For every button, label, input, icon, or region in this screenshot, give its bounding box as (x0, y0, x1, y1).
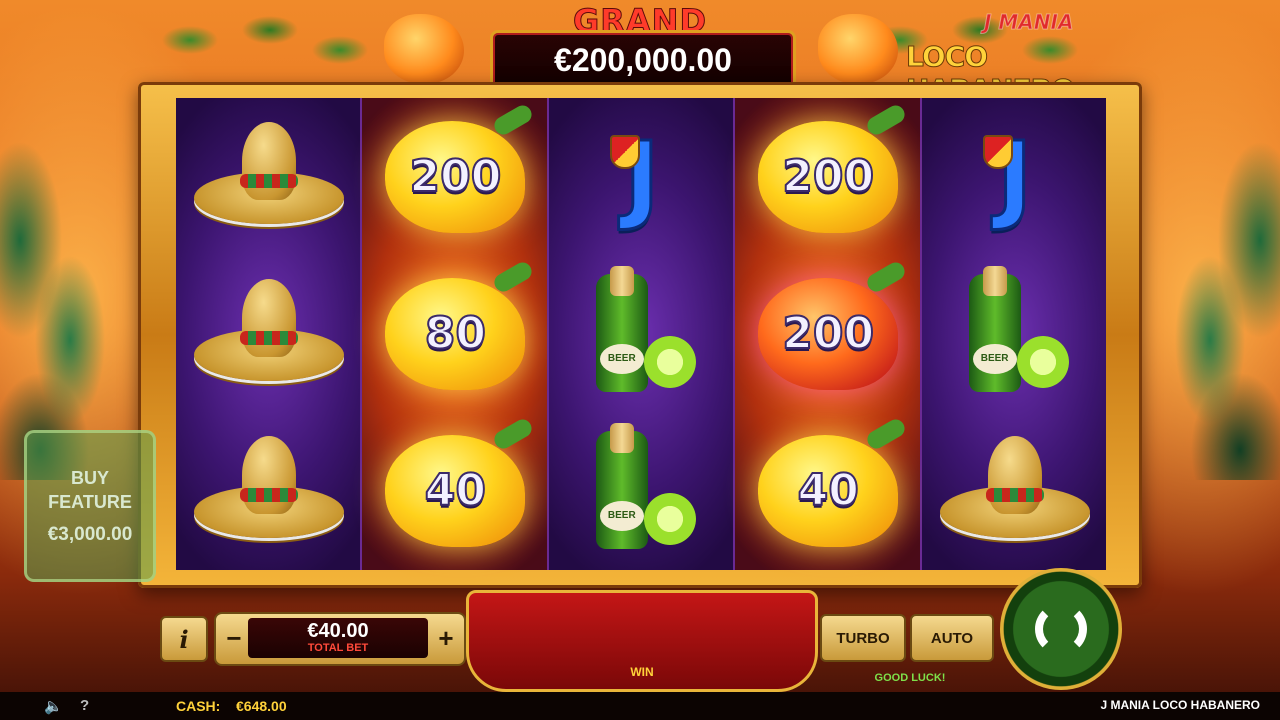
sombrero-symbol (176, 255, 362, 412)
jackpot-value: €200,000.00 (554, 41, 732, 78)
pepper-decoration-right (818, 14, 898, 84)
decrease-bet-button[interactable]: − (220, 620, 248, 656)
win-label: WIN (630, 665, 654, 679)
shield-icon (982, 134, 1013, 169)
pepper-value: 40 (424, 464, 487, 517)
autoplay-button[interactable]: AUTO (910, 614, 994, 662)
sombrero-symbol (922, 412, 1108, 569)
lime-icon (643, 492, 696, 545)
logo-mania-text: J MANIA (983, 10, 1074, 35)
beer-symbol: BEER (922, 255, 1108, 412)
sombrero-crown (242, 435, 296, 514)
jackpot-display: €200,000.00 (490, 30, 796, 90)
pepper-icon: 40 (385, 415, 536, 547)
pepper-symbol: 80 (362, 255, 548, 412)
help-icon[interactable]: ? (80, 697, 94, 715)
pepper-stem (864, 258, 909, 295)
sombrero-icon (194, 435, 344, 546)
sombrero-band (240, 487, 298, 502)
buy-feature-button[interactable]: BUY FEATURE €3,000.00 (24, 430, 156, 582)
cash-label: CASH: (176, 698, 221, 714)
pepper-symbol: 200 (362, 98, 548, 255)
sombrero-icon (939, 435, 1090, 546)
sombrero-band (240, 173, 298, 188)
vine-left-decoration (150, 0, 370, 90)
pepper-value: 200 (408, 150, 502, 203)
pepper-value: 200 (781, 150, 875, 203)
pepper-value: 200 (781, 307, 875, 360)
pepper-value: 80 (424, 307, 487, 360)
shield-icon (609, 134, 640, 169)
bet-selector: − €40.00 TOTAL BET + (214, 612, 466, 666)
bottle-neck (609, 265, 634, 296)
increase-bet-button[interactable]: + (432, 620, 460, 656)
j-letter-icon: J (982, 119, 1034, 234)
pepper-value: 40 (797, 464, 860, 517)
lime-icon (1016, 335, 1069, 388)
bottle-neck (609, 422, 634, 453)
pepper-icon: 200 (758, 258, 909, 390)
sombrero-band (985, 487, 1044, 502)
reel-5: J BEER (921, 98, 1108, 570)
sombrero-band (240, 330, 298, 345)
info-button[interactable]: i (160, 616, 208, 662)
pepper-icon: 200 (385, 101, 536, 233)
cash-value: €648.00 (236, 698, 287, 714)
beer-symbol: BEER (549, 412, 735, 569)
total-bet-display: €40.00 TOTAL BET (248, 618, 428, 658)
plant-left-decoration (0, 120, 120, 480)
lime-icon (643, 335, 696, 388)
sombrero-crown (242, 121, 296, 200)
pepper-symbol: 40 (362, 412, 548, 569)
pepper-symbol: 40 (735, 412, 921, 569)
status-message: GOOD LUCK! (874, 672, 946, 684)
game-name: J MANIA LOCO HABANERO (1100, 698, 1260, 712)
game-logo: J MANIA LOCO HABANERO (906, 10, 1136, 107)
pepper-symbol: 200 (735, 255, 921, 412)
spin-button[interactable] (1000, 568, 1122, 690)
buy-feature-label-line1: BUY (70, 468, 109, 488)
reel-grid: 200 80 40 J BEER BEER 200 200 40 J BEER (176, 98, 1108, 570)
sound-icon[interactable]: 🔈 (44, 697, 63, 715)
win-display: WIN (466, 590, 818, 692)
bottle-neck (982, 265, 1007, 296)
turbo-button[interactable]: TURBO (820, 614, 906, 662)
sombrero-crown (242, 278, 296, 357)
buy-feature-label-line2: FEATURE (48, 492, 132, 512)
pepper-symbol: 200 (735, 98, 921, 255)
buy-feature-price: €3,000.00 (47, 524, 133, 545)
pepper-stem (864, 415, 909, 452)
pepper-icon: 40 (758, 415, 909, 547)
pepper-stem (491, 258, 536, 295)
beer-label: BEER (972, 343, 1017, 374)
pepper-icon: 200 (758, 101, 909, 233)
beer-label: BEER (599, 343, 644, 374)
beer-symbol: BEER (549, 255, 735, 412)
reel-2: 200 80 40 (362, 98, 549, 570)
pepper-stem (864, 101, 909, 138)
pepper-stem (491, 101, 536, 138)
beer-bottle-icon: BEER (955, 265, 1075, 394)
reel-3: J BEER BEER (548, 98, 736, 570)
beer-bottle-icon: BEER (582, 265, 702, 394)
j-symbol: J (549, 98, 735, 255)
plant-right-decoration (1160, 120, 1280, 480)
reel-1 (176, 98, 363, 570)
j-letter-icon: J (609, 119, 661, 234)
total-bet-label: TOTAL BET (307, 642, 369, 654)
sombrero-icon (194, 121, 344, 232)
pepper-stem (491, 415, 536, 452)
sombrero-symbol (176, 412, 362, 569)
sombrero-icon (194, 278, 344, 389)
sombrero-crown (987, 435, 1042, 514)
pepper-icon: 80 (385, 258, 536, 390)
reel-4: 200 200 40 (735, 98, 922, 570)
beer-bottle-icon: BEER (582, 422, 702, 551)
total-bet-value: €40.00 (307, 620, 369, 642)
j-symbol: J (922, 98, 1108, 255)
sombrero-symbol (176, 98, 362, 255)
spin-arrows-icon (1035, 603, 1087, 655)
pepper-decoration-left (384, 14, 464, 84)
beer-label: BEER (599, 500, 644, 531)
